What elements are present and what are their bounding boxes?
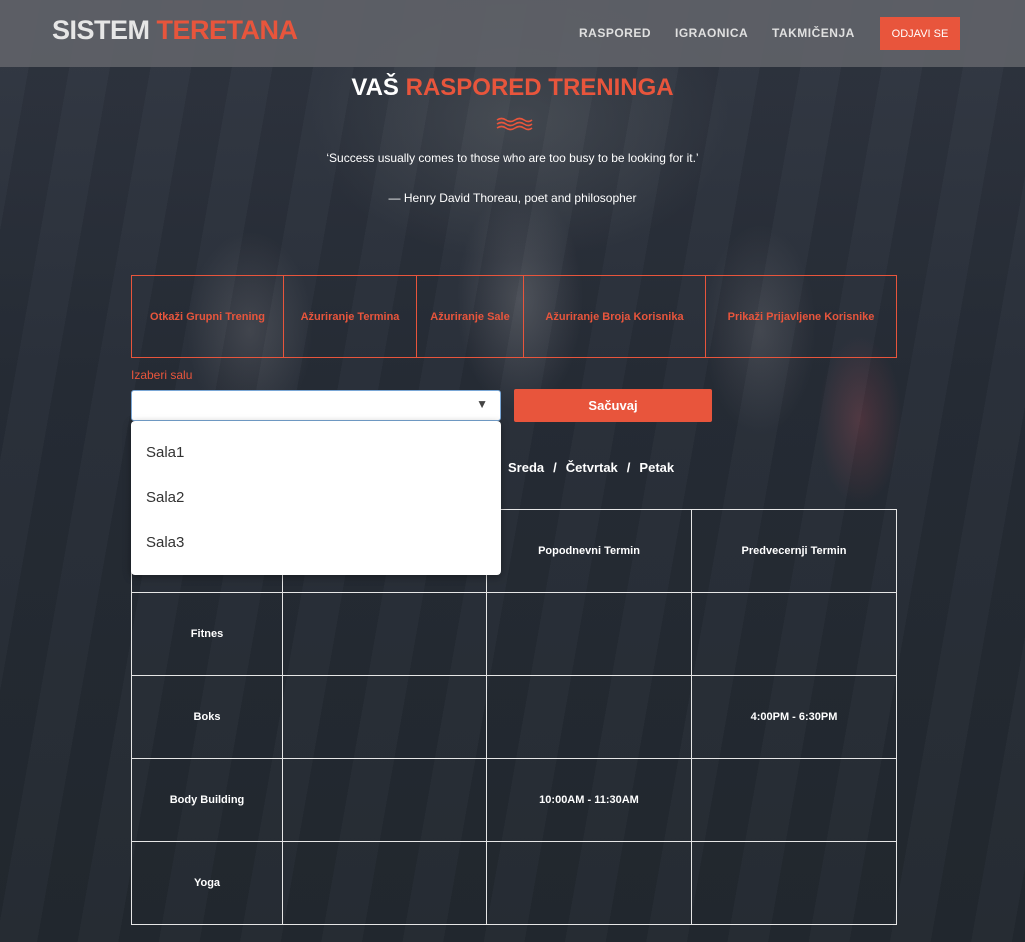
table-cell: 4:00PM - 6:30PM xyxy=(691,675,897,759)
quote-text: ‘Success usually comes to those who are … xyxy=(326,151,699,165)
hall-select[interactable]: ▼ xyxy=(131,390,501,421)
brand-part1: SISTEM xyxy=(52,15,150,45)
table-row: Yoga xyxy=(131,841,897,925)
brand-logo[interactable]: SISTEM TERETANA xyxy=(52,15,298,46)
show-registered-users-button[interactable]: Prikaži Prijavljene Korisnike xyxy=(706,276,896,357)
day-thursday[interactable]: Četvrtak xyxy=(566,460,618,475)
table-row: Boks 4:00PM - 6:30PM xyxy=(131,675,897,759)
table-cell xyxy=(691,592,897,676)
logout-button[interactable]: ODJAVI SE xyxy=(880,17,960,50)
nav-raspored[interactable]: RASPORED xyxy=(579,26,651,40)
update-user-count-button[interactable]: Ažuriranje Broja Korisnika xyxy=(524,276,706,357)
nav-takmicenja[interactable]: TAKMIČENJA xyxy=(772,26,855,40)
table-cell xyxy=(282,841,487,925)
day-separator: / xyxy=(553,460,557,475)
update-term-button[interactable]: Ažuriranje Termina xyxy=(284,276,417,357)
title-part2: RASPORED TRENINGA xyxy=(405,74,674,101)
table-header-cell: Popodnevni Termin xyxy=(486,509,692,593)
day-wednesday[interactable]: Sreda xyxy=(508,460,544,475)
training-name: Boks xyxy=(131,675,283,759)
chevron-down-icon: ▼ xyxy=(476,397,488,411)
page-title: VAŠ RASPORED TRENINGA xyxy=(0,74,1025,102)
hall-option-sala2[interactable]: Sala2 xyxy=(146,489,184,506)
update-hall-button[interactable]: Ažuriranje Sale xyxy=(417,276,524,357)
table-cell xyxy=(282,592,487,676)
cancel-group-training-button[interactable]: Otkaži Grupni Trening xyxy=(132,276,284,357)
training-name: Fitnes xyxy=(131,592,283,676)
table-header-cell: Predvecernji Termin xyxy=(691,509,897,593)
wave-divider-icon xyxy=(496,117,533,131)
hall-option-sala3[interactable]: Sala3 xyxy=(146,534,184,551)
table-cell xyxy=(282,675,487,759)
title-part1: VAŠ xyxy=(351,74,399,101)
hall-select-dropdown: Sala1 Sala2 Sala3 xyxy=(131,421,501,575)
table-cell xyxy=(691,841,897,925)
table-cell xyxy=(486,592,692,676)
nav-igraonica[interactable]: IGRAONICA xyxy=(675,26,748,40)
table-row: Fitnes xyxy=(131,592,897,676)
action-bar: Otkaži Grupni Trening Ažuriranje Termina… xyxy=(131,275,897,358)
table-cell xyxy=(486,841,692,925)
hall-option-sala1[interactable]: Sala1 xyxy=(146,444,184,461)
quote-author: — Henry David Thoreau, poet and philosop… xyxy=(388,191,637,205)
hall-select-label: Izaberi salu xyxy=(131,368,193,382)
day-friday[interactable]: Petak xyxy=(639,460,674,475)
day-selector: Sreda / Četvrtak / Petak xyxy=(508,460,674,475)
table-cell xyxy=(486,675,692,759)
table-cell xyxy=(282,758,487,842)
save-button[interactable]: Sačuvaj xyxy=(514,389,712,422)
navbar: SISTEM TERETANA RASPORED IGRAONICA TAKMI… xyxy=(0,0,1025,67)
brand-part2: TERETANA xyxy=(156,15,299,45)
training-name: Yoga xyxy=(131,841,283,925)
table-cell: 10:00AM - 11:30AM xyxy=(486,758,692,842)
table-row: Body Building 10:00AM - 11:30AM xyxy=(131,758,897,842)
day-separator: / xyxy=(626,460,631,475)
training-name: Body Building xyxy=(131,758,283,842)
table-cell xyxy=(691,758,897,842)
